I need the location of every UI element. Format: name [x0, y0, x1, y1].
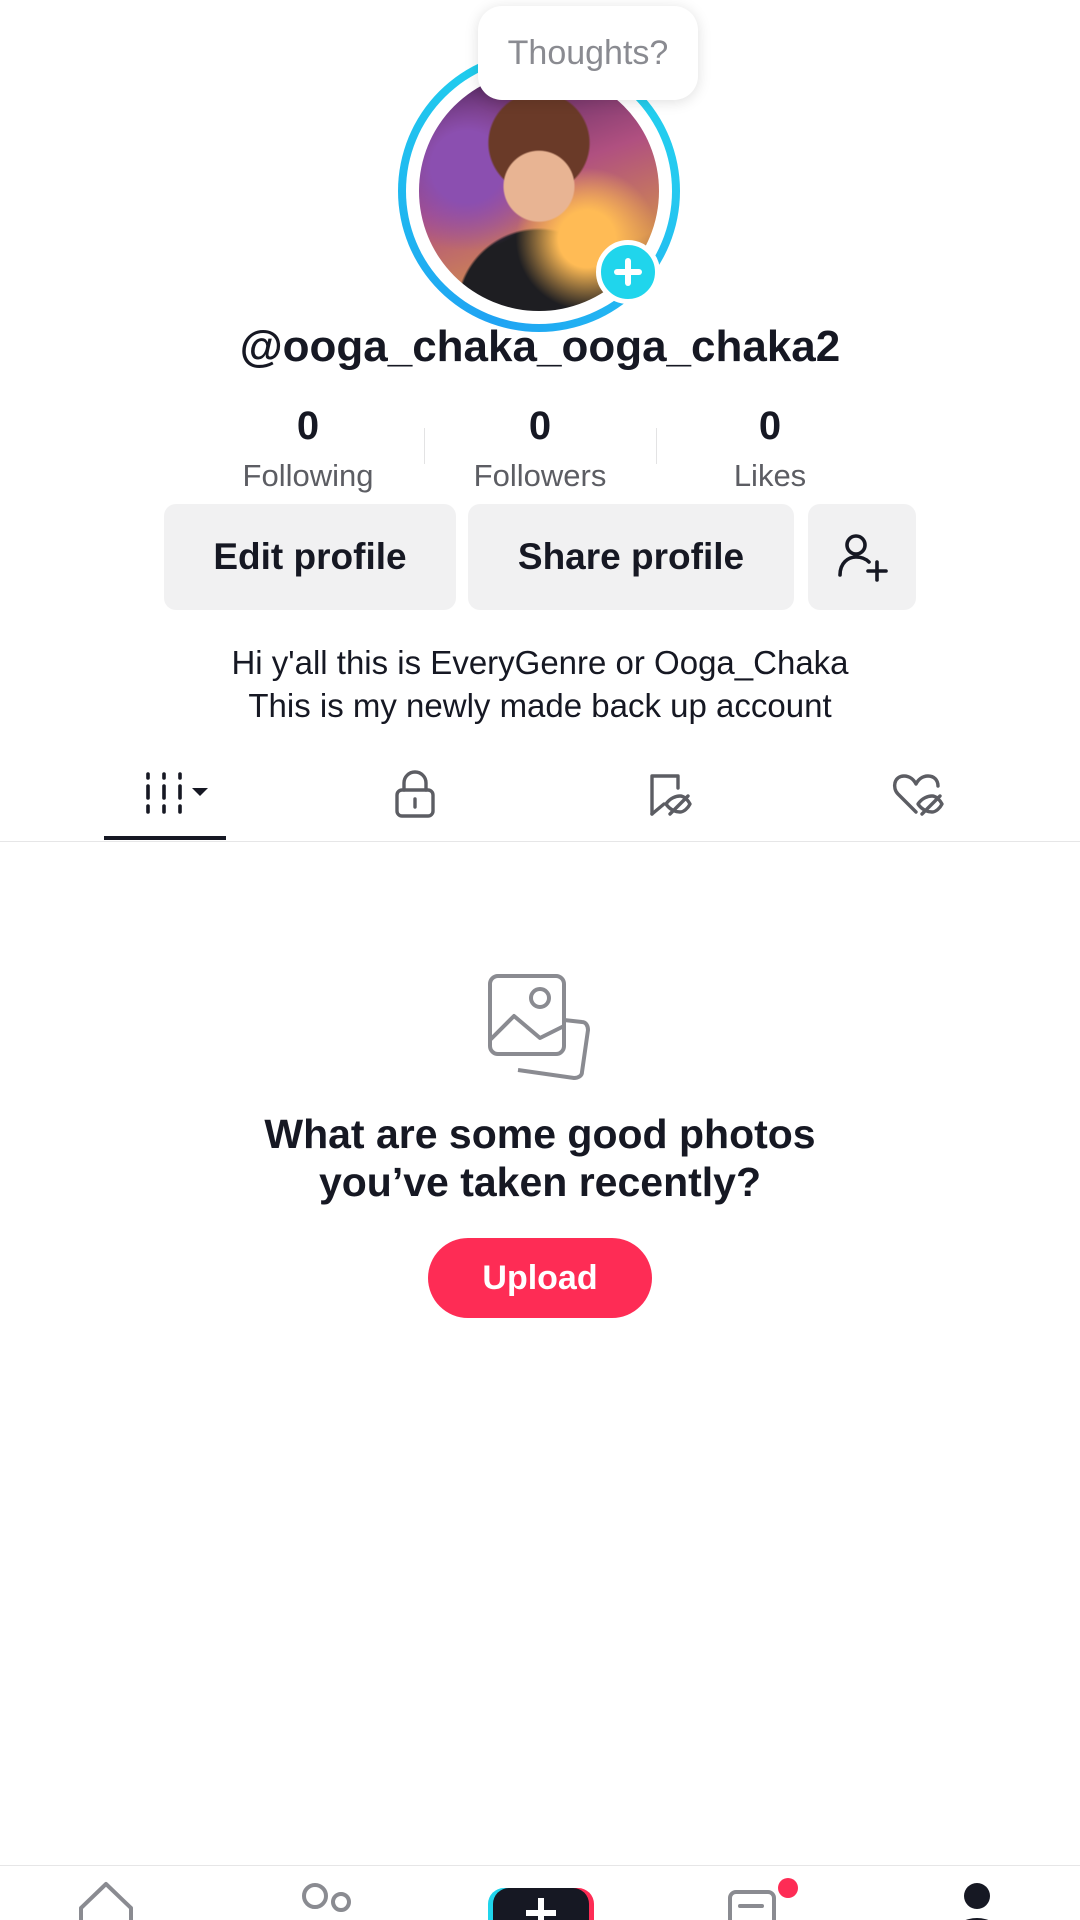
edit-profile-label: Edit profile: [213, 536, 407, 577]
following-count: 0: [296, 404, 320, 448]
nav-create[interactable]: [486, 1878, 596, 1920]
followers-label: Followers: [473, 458, 607, 493]
edit-profile-button[interactable]: Edit profile: [164, 504, 456, 610]
nav-inbox[interactable]: [716, 1878, 816, 1920]
create-icon: [488, 1888, 594, 1920]
nav-home[interactable]: [66, 1878, 146, 1920]
thoughts-label: Thoughts?: [507, 33, 669, 72]
bottom-nav-divider: [0, 1865, 1080, 1866]
inbox-icon: [728, 1878, 798, 1920]
likes-count: 0: [758, 404, 782, 448]
lock-icon: [395, 770, 435, 818]
thoughts-bubble[interactable]: Thoughts?: [478, 6, 698, 100]
bio-line-1: Hi y'all this is EveryGenre or Ooga_Chak…: [231, 644, 849, 681]
stat-followers[interactable]: 0 Followers: [440, 400, 640, 498]
tab-private[interactable]: [385, 764, 445, 824]
home-icon: [79, 1882, 133, 1920]
following-label: Following: [242, 458, 374, 493]
bio-line-2: This is my newly made back up account: [248, 687, 832, 724]
tab-liked[interactable]: [888, 764, 948, 824]
upload-label: Upload: [482, 1258, 598, 1297]
tab-saved[interactable]: [638, 764, 698, 824]
tab-divider: [0, 841, 1080, 842]
nav-friends[interactable]: [286, 1878, 366, 1920]
heart-hidden-icon: [892, 774, 944, 816]
friends-icon: [302, 1883, 351, 1912]
stat-divider: [656, 428, 657, 464]
upload-button[interactable]: Upload: [428, 1238, 652, 1318]
add-friends-button[interactable]: [808, 504, 916, 610]
empty-state-title-line-1: What are some good photos: [264, 1111, 816, 1157]
followers-count: 0: [528, 404, 552, 448]
add-story-button[interactable]: [596, 240, 660, 304]
notification-badge: [778, 1878, 798, 1898]
tab-videos[interactable]: [104, 760, 226, 826]
username: @ooga_chaka_ooga_chaka2: [239, 322, 841, 371]
tab-selected-indicator: [104, 836, 226, 840]
stat-following[interactable]: 0 Following: [208, 400, 408, 498]
profile-icon: [964, 1883, 990, 1920]
stat-likes[interactable]: 0 Likes: [670, 400, 870, 498]
stat-divider: [424, 428, 425, 464]
empty-state-title-line-2: you’ve taken recently?: [318, 1159, 762, 1205]
share-profile-label: Share profile: [517, 536, 745, 577]
photos-icon: [484, 970, 596, 1082]
bookmark-hidden-icon: [650, 774, 692, 816]
add-friend-icon: [838, 534, 888, 582]
empty-state-title: What are some good photos you’ve taken r…: [0, 1110, 1080, 1206]
grid-videos-icon: [146, 772, 208, 814]
nav-profile[interactable]: [932, 1878, 1012, 1920]
likes-label: Likes: [733, 458, 807, 493]
plus-icon: [614, 258, 642, 286]
share-profile-button[interactable]: Share profile: [468, 504, 794, 610]
